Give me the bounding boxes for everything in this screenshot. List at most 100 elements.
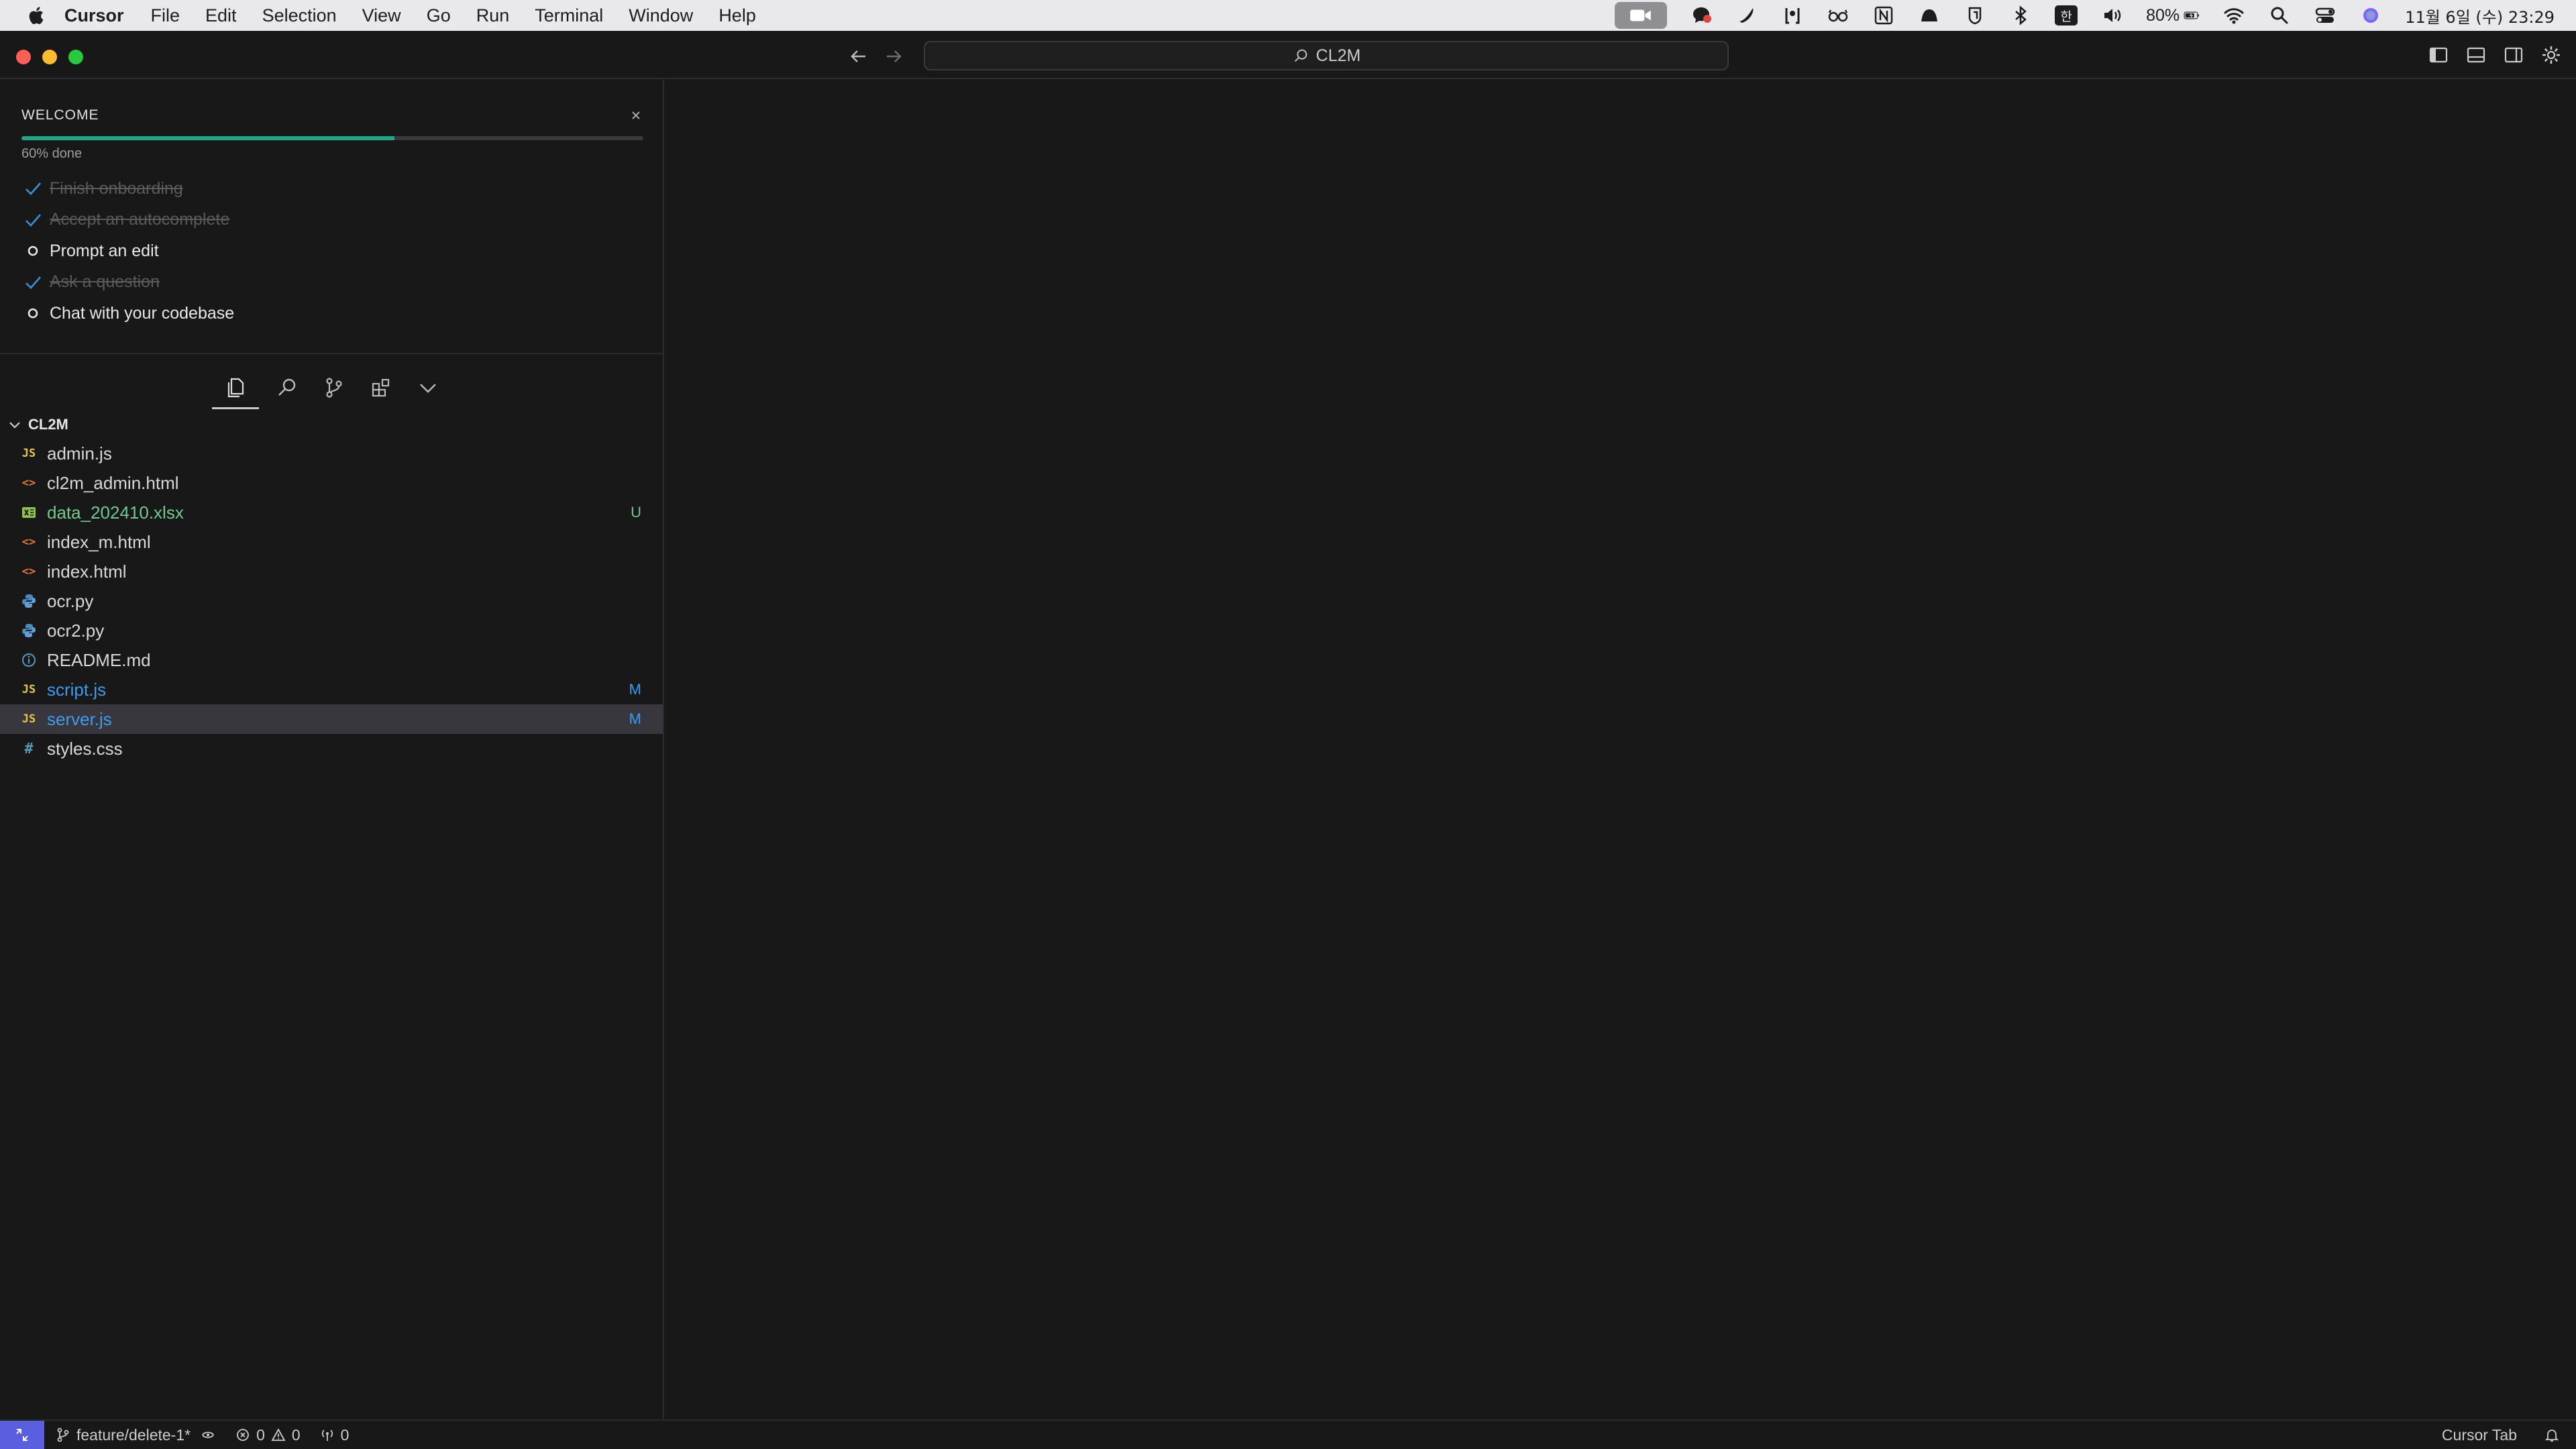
checkmark-icon (21, 271, 44, 294)
onboarding-checklist: Finish onboarding Accept an autocomplete… (21, 173, 234, 329)
ports-count: 0 (340, 1426, 350, 1444)
notion-icon[interactable] (1872, 4, 1895, 27)
problems-status[interactable]: 0 0 (235, 1426, 301, 1444)
file-row-selected[interactable]: JS server.js M (0, 704, 663, 734)
checklist-item[interactable]: Prompt an edit (21, 235, 234, 267)
battery-status[interactable]: 80% (2146, 6, 2200, 25)
bluetooth-icon[interactable] (2009, 4, 2032, 27)
remote-icon (16, 1429, 28, 1441)
python-file-icon (20, 592, 38, 610)
toggle-primary-sidebar-icon[interactable] (2427, 43, 2450, 67)
tab-source-control[interactable] (315, 366, 353, 409)
chat-notification-icon[interactable] (1690, 4, 1713, 27)
progress-label: 60% done (21, 146, 83, 161)
javascript-file-icon: JS (21, 712, 36, 726)
menu-window[interactable]: Window (629, 5, 693, 26)
siri-icon[interactable] (2359, 4, 2382, 27)
wifi-icon[interactable] (2222, 4, 2245, 27)
folder-name: CL2M (28, 416, 68, 433)
spotlight-search-icon[interactable] (2268, 4, 2291, 27)
back-arrow-icon[interactable] (847, 44, 871, 68)
toggle-secondary-sidebar-icon[interactable] (2502, 43, 2525, 67)
remote-indicator-button[interactable] (0, 1421, 44, 1449)
file-name: admin.js (47, 443, 112, 464)
git-status-badge: M (629, 710, 641, 727)
file-row[interactable]: <> index_m.html (0, 527, 663, 557)
cursor-tab-status[interactable]: Cursor Tab (2442, 1426, 2517, 1444)
file-name: README.md (47, 649, 151, 670)
file-name: data_202410.xlsx (47, 502, 184, 523)
hat-app-icon[interactable] (1918, 4, 1941, 27)
html-file-icon: <> (21, 565, 36, 578)
checklist-item[interactable]: Chat with your codebase (21, 298, 234, 329)
file-name: ocr2.py (47, 620, 105, 641)
checklist-item[interactable]: Ask a question (21, 267, 234, 299)
explorer-folder-header[interactable]: CL2M (7, 411, 68, 439)
javascript-file-icon: JS (21, 447, 36, 460)
status-bar: feature/delete-1* 0 0 0 Cursor Tab (0, 1419, 2576, 1449)
checkmark-icon (21, 209, 44, 231)
input-method-icon[interactable]: 한 (2055, 5, 2078, 25)
ports-status[interactable]: 0 (319, 1426, 350, 1444)
menu-help[interactable]: Help (718, 5, 756, 26)
window-maximize-button[interactable] (68, 50, 83, 64)
file-row[interactable]: ocr.py (0, 586, 663, 616)
error-count: 0 (256, 1426, 265, 1444)
file-row[interactable]: JS script.js M (0, 675, 663, 704)
window-close-button[interactable] (16, 50, 31, 64)
css-file-icon: # (24, 740, 34, 757)
javascript-file-icon: JS (21, 683, 36, 696)
forward-arrow-icon[interactable] (881, 44, 906, 68)
menu-file[interactable]: File (151, 5, 180, 26)
drawing-app-icon[interactable] (1735, 4, 1758, 27)
menu-app-name[interactable]: Cursor (64, 5, 124, 26)
file-name: cl2m_admin.html (47, 472, 179, 493)
menu-run[interactable]: Run (476, 5, 510, 26)
toggle-panel-icon[interactable] (2465, 43, 2487, 67)
editor-area[interactable] (664, 79, 2576, 1419)
window-minimize-button[interactable] (42, 50, 57, 64)
apple-logo-icon[interactable] (25, 4, 46, 27)
checklist-item-label: Finish onboarding (50, 178, 183, 198)
file-row[interactable]: ocr2.py (0, 616, 663, 645)
shield-app-icon[interactable] (1964, 4, 1986, 27)
file-row[interactable]: JS admin.js (0, 439, 663, 468)
menu-terminal[interactable]: Terminal (535, 5, 603, 26)
circle-icon (21, 239, 44, 262)
git-branch-status[interactable]: feature/delete-1* (55, 1426, 191, 1444)
file-name: index.html (47, 561, 127, 582)
tab-extensions[interactable] (362, 366, 400, 409)
checklist-item[interactable]: Finish onboarding (21, 173, 234, 205)
close-icon[interactable] (627, 106, 645, 125)
tab-search[interactable] (268, 366, 306, 409)
screen-recording-icon[interactable] (1615, 2, 1668, 29)
file-row[interactable]: data_202410.xlsx U (0, 498, 663, 527)
chevron-down-icon (9, 422, 20, 429)
tab-more[interactable] (409, 366, 447, 409)
bell-icon[interactable] (2544, 1427, 2560, 1443)
bracket-app-icon[interactable] (1781, 4, 1804, 27)
menu-view[interactable]: View (362, 5, 401, 26)
glasses-icon[interactable] (1827, 4, 1849, 27)
file-row[interactable]: # styles.css (0, 734, 663, 763)
settings-gear-icon[interactable] (2540, 43, 2563, 67)
checklist-item-label: Chat with your codebase (50, 303, 235, 323)
volume-icon[interactable] (2100, 4, 2123, 27)
checklist-item[interactable]: Accept an autocomplete (21, 205, 234, 236)
source-control-icon (326, 378, 342, 398)
primary-sidebar: WELCOME 60% done Finish onboarding Accep… (0, 79, 664, 1419)
warning-count: 0 (291, 1426, 301, 1444)
command-center-search[interactable]: CL2M (924, 41, 1729, 70)
menu-edit[interactable]: Edit (205, 5, 237, 26)
tab-explorer[interactable] (212, 366, 259, 409)
file-row[interactable]: <> cl2m_admin.html (0, 468, 663, 498)
sync-icon[interactable] (200, 1427, 216, 1443)
menu-go[interactable]: Go (427, 5, 451, 26)
file-tree: JS admin.js <> cl2m_admin.html data_2024… (0, 439, 663, 763)
menubar-clock[interactable]: 11월 6일 (수) 23:29 (2405, 4, 2555, 28)
menu-selection[interactable]: Selection (262, 5, 337, 26)
file-row[interactable]: README.md (0, 645, 663, 675)
control-center-icon[interactable] (2314, 4, 2337, 27)
file-row[interactable]: <> index.html (0, 557, 663, 586)
git-branch-icon (57, 1428, 69, 1442)
